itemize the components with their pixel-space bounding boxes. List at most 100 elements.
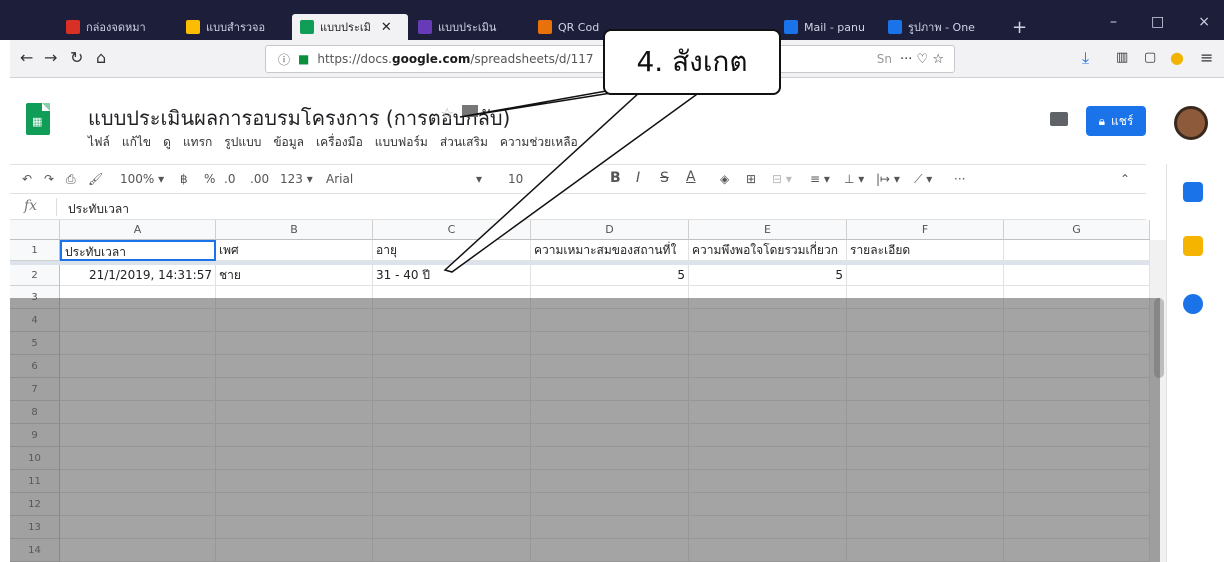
menu-file[interactable]: ไฟล์: [88, 133, 110, 152]
calendar-icon[interactable]: [1183, 182, 1203, 202]
table-cell[interactable]: 5: [689, 265, 847, 286]
borders-icon[interactable]: ⊞: [746, 172, 756, 186]
bold-icon[interactable]: B: [610, 170, 621, 186]
table-cell[interactable]: [1004, 240, 1150, 261]
table-cell[interactable]: 21/1/2019, 14:31:57: [60, 265, 216, 286]
number-format-select[interactable]: 123 ▾: [280, 172, 313, 186]
column-header-c[interactable]: C: [373, 220, 531, 240]
menu-tools[interactable]: เครื่องมือ: [316, 133, 363, 152]
column-header-a[interactable]: A: [60, 220, 216, 240]
table-cell[interactable]: อายุ: [373, 240, 531, 261]
paint-format-icon[interactable]: 🖌︎: [88, 172, 103, 186]
side-panel: [1166, 164, 1224, 562]
formula-bar: fx ประทับเวลา: [10, 194, 1146, 220]
tasks-icon[interactable]: [1183, 294, 1203, 314]
close-tab-icon[interactable]: ✕: [381, 20, 392, 35]
collapse-menu-icon[interactable]: ⌃: [1120, 172, 1130, 186]
menu-format[interactable]: รูปแบบ: [224, 133, 261, 152]
more-tools-button[interactable]: ···: [954, 172, 965, 186]
table-cell[interactable]: ความพึงพอใจโดยรวมเกี่ยวก: [689, 240, 847, 261]
new-tab-button[interactable]: +: [1004, 14, 1034, 40]
close-window-icon[interactable]: ×: [1198, 14, 1210, 30]
reload-icon[interactable]: ↻: [70, 48, 83, 67]
info-icon[interactable]: ⓘ: [278, 51, 290, 68]
column-header-d[interactable]: D: [531, 220, 689, 240]
percent-button[interactable]: %: [204, 172, 215, 186]
sheets-icon: [300, 20, 314, 34]
sheets-logo-icon[interactable]: ▦: [26, 103, 50, 135]
browser-tab-sheets-active[interactable]: แบบประเมิ ✕: [292, 14, 408, 40]
keep-icon[interactable]: [1183, 236, 1203, 256]
table-cell[interactable]: เพศ: [216, 240, 373, 261]
row-header-1[interactable]: 1: [10, 240, 60, 261]
undo-icon[interactable]: ↶: [22, 172, 32, 186]
browser-tab-qr[interactable]: QR Cod: [530, 14, 610, 40]
font-size-select[interactable]: 10: [508, 172, 523, 186]
menu-view[interactable]: ดู: [163, 133, 171, 152]
horizontal-align-icon[interactable]: ≡ ▾: [810, 172, 830, 186]
browser-tab-mail[interactable]: Mail - panu: [776, 14, 878, 40]
column-header-g[interactable]: G: [1004, 220, 1150, 240]
formula-input[interactable]: ประทับเวลา: [68, 200, 129, 219]
column-header-f[interactable]: F: [847, 220, 1004, 240]
page-actions-icon[interactable]: ··· ♡ ☆: [900, 52, 944, 67]
merge-cells-icon[interactable]: ⊟ ▾: [772, 172, 792, 186]
font-size-chevron-icon[interactable]: ▾: [476, 172, 482, 186]
table-cell[interactable]: ความเหมาะสมของสถานที่ใ: [531, 240, 689, 261]
menu-bar: ไฟล์ แก้ไข ดู แทรก รูปแบบ ข้อมูล เครื่อง…: [88, 133, 578, 152]
menu-addons[interactable]: ส่วนเสริม: [440, 133, 488, 152]
increase-decimal-button[interactable]: .00: [250, 172, 269, 186]
tab-label: แบบประเมิ: [320, 21, 371, 34]
table-cell[interactable]: [847, 265, 1004, 286]
browser-tab-survey[interactable]: แบบสำรวจอ: [178, 14, 290, 40]
column-header-e[interactable]: E: [689, 220, 847, 240]
currency-button[interactable]: ฿: [180, 172, 188, 186]
decrease-decimal-button[interactable]: .0: [224, 172, 235, 186]
folder-icon[interactable]: [462, 105, 478, 117]
download-icon[interactable]: ⤓: [1082, 48, 1089, 68]
table-cell[interactable]: 5: [531, 265, 689, 286]
text-rotation-icon[interactable]: ⟋ ▾: [914, 172, 932, 187]
vertical-align-icon[interactable]: ⊥ ▾: [844, 172, 864, 186]
library-icon[interactable]: ▥: [1116, 50, 1128, 65]
font-select[interactable]: Arial: [326, 172, 353, 186]
avatar[interactable]: [1174, 106, 1208, 140]
divider: [56, 198, 57, 216]
browser-tab-photos[interactable]: รูปภาพ - One: [880, 14, 998, 40]
menu-icon[interactable]: ≡: [1200, 48, 1213, 67]
menu-help[interactable]: ความช่วยเหลือ: [500, 133, 578, 152]
star-icon[interactable]: ☆: [440, 104, 454, 123]
forward-icon[interactable]: →: [44, 48, 57, 67]
redo-icon[interactable]: ↷: [44, 172, 54, 186]
menu-form[interactable]: แบบฟอร์ม: [375, 133, 428, 152]
strikethrough-icon[interactable]: S: [660, 170, 669, 186]
share-button[interactable]: 🔒︎ แชร์: [1086, 106, 1146, 136]
print-icon[interactable]: ⎙: [66, 172, 76, 187]
column-header-b[interactable]: B: [216, 220, 373, 240]
table-cell[interactable]: 31 - 40 ปี: [373, 265, 531, 286]
browser-tab-gmail[interactable]: กล่องจดหมา: [58, 14, 176, 40]
table-cell[interactable]: [1004, 265, 1150, 286]
italic-icon[interactable]: I: [636, 170, 640, 186]
back-icon[interactable]: ←: [20, 48, 33, 67]
row-header-2[interactable]: 2: [10, 265, 60, 286]
extension-icon[interactable]: ●: [1170, 48, 1184, 67]
maximize-icon[interactable]: □: [1151, 14, 1164, 30]
menu-edit[interactable]: แก้ไข: [122, 133, 151, 152]
menu-data[interactable]: ข้อมูล: [273, 133, 304, 152]
fill-color-icon[interactable]: ◈: [720, 172, 729, 186]
table-cell[interactable]: รายละเอียด: [847, 240, 1004, 261]
menu-insert[interactable]: แทรก: [183, 133, 212, 152]
comments-icon[interactable]: [1050, 112, 1068, 126]
text-color-icon[interactable]: A: [686, 169, 696, 185]
text-wrap-icon[interactable]: |↦ ▾: [876, 172, 900, 186]
zoom-select[interactable]: 100% ▾: [120, 172, 164, 186]
drive-icon: [186, 20, 200, 34]
browser-tab-form[interactable]: แบบประเมิน: [410, 14, 528, 40]
select-all-corner[interactable]: [10, 220, 60, 240]
table-cell[interactable]: ชาย: [216, 265, 373, 286]
home-icon[interactable]: ⌂: [96, 48, 106, 67]
table-cell[interactable]: ประทับเวลา: [60, 240, 216, 261]
minimize-icon[interactable]: –: [1110, 14, 1117, 30]
sidebar-icon[interactable]: ▢: [1144, 50, 1156, 65]
